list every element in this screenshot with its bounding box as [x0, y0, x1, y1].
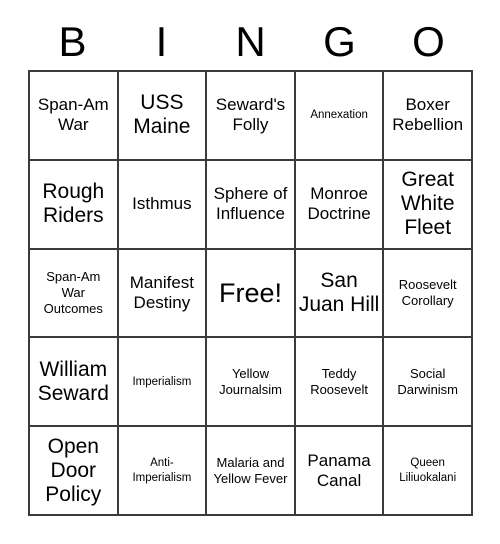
- bingo-cell-label: Imperialism: [132, 375, 192, 388]
- bingo-cell-label: Span-Am War: [37, 95, 109, 135]
- bingo-cell-r4c5[interactable]: Social Darwinism: [384, 338, 473, 428]
- bingo-header-letter-n: N: [235, 18, 266, 65]
- bingo-cell-r3c1[interactable]: Span-Am War Outcomes: [30, 249, 119, 339]
- bingo-cell-r2c5[interactable]: Great White Fleet: [384, 160, 473, 250]
- bingo-cell-label: Isthmus: [132, 194, 192, 214]
- bingo-header-letter-i: I: [155, 18, 168, 65]
- bingo-cell-label: Yellow Journalsim: [219, 365, 282, 397]
- bingo-cell-r4c3[interactable]: Yellow Journalsim: [207, 338, 296, 428]
- bingo-cell-r4c4[interactable]: Teddy Roosevelt: [295, 338, 385, 428]
- bingo-cell-label: William Seward: [37, 357, 109, 405]
- bingo-cell-r1c5[interactable]: Boxer Rebellion: [384, 72, 473, 161]
- bingo-cell-r1c3[interactable]: Seward's Folly: [207, 72, 296, 161]
- bingo-cell-r3c4[interactable]: San Juan Hill: [295, 249, 385, 339]
- bingo-cell-label: Malaria and Yellow Fever: [213, 454, 288, 486]
- bingo-cell-label: Panama Canal: [307, 450, 371, 490]
- bingo-cell-r5c1[interactable]: Open Door Policy: [30, 427, 119, 516]
- bingo-cell-r1c2[interactable]: USS Maine: [118, 72, 208, 161]
- bingo-cell-label: Teddy Roosevelt: [310, 365, 368, 397]
- bingo-cell-label: USS Maine: [133, 91, 191, 139]
- bingo-cell-label: Span-Am War Outcomes: [43, 269, 103, 316]
- bingo-cell-free-space[interactable]: Free!: [207, 249, 296, 339]
- bingo-header-letter-o: O: [412, 18, 445, 65]
- bingo-cell-label: Queen Liliuokalani: [399, 457, 457, 484]
- bingo-free-space-label: Free!: [218, 277, 282, 308]
- bingo-cell-label: Boxer Rebellion: [392, 95, 464, 135]
- bingo-cell-r1c4[interactable]: Annexation: [295, 72, 385, 161]
- bingo-cell-label: Roosevelt Corollary: [398, 277, 457, 308]
- bingo-cell-r2c2[interactable]: Isthmus: [118, 160, 208, 250]
- bingo-cell-label: Open Door Policy: [45, 434, 102, 506]
- bingo-card: B I N G O Span-Am War USS Maine Seward's…: [0, 0, 500, 544]
- bingo-cell-r4c1[interactable]: William Seward: [30, 338, 119, 428]
- bingo-cell-r3c2[interactable]: Manifest Destiny: [118, 249, 208, 339]
- bingo-cell-r5c4[interactable]: Panama Canal: [295, 427, 385, 516]
- bingo-header-row: B I N G O: [28, 14, 473, 70]
- bingo-cell-label: San Juan Hill: [298, 269, 380, 316]
- bingo-cell-label: Social Darwinism: [397, 365, 459, 397]
- bingo-cell-label: Annexation: [310, 109, 368, 122]
- bingo-cell-r2c4[interactable]: Monroe Doctrine: [295, 160, 385, 250]
- bingo-cell-r2c3[interactable]: Sphere of Influence: [207, 160, 296, 250]
- bingo-cell-label: Rough Riders: [42, 180, 105, 228]
- bingo-cell-r5c2[interactable]: Anti-Imperialism: [118, 427, 208, 516]
- bingo-cell-r1c1[interactable]: Span-Am War: [30, 72, 119, 161]
- bingo-header-letter-g: G: [323, 18, 356, 65]
- bingo-cell-r3c5[interactable]: Roosevelt Corollary: [384, 249, 473, 339]
- bingo-cell-label: Anti-Imperialism: [132, 457, 192, 484]
- bingo-cell-r4c2[interactable]: Imperialism: [118, 338, 208, 428]
- bingo-cell-r2c1[interactable]: Rough Riders: [30, 160, 119, 250]
- bingo-header-letter-b: B: [58, 18, 87, 65]
- bingo-grid: Span-Am War USS Maine Seward's Folly Ann…: [28, 70, 473, 516]
- bingo-cell-label: Manifest Destiny: [129, 272, 195, 312]
- bingo-cell-label: Monroe Doctrine: [307, 184, 371, 224]
- bingo-cell-r5c3[interactable]: Malaria and Yellow Fever: [207, 427, 296, 516]
- bingo-cell-r5c5[interactable]: Queen Liliuokalani: [384, 427, 473, 516]
- bingo-cell-label: Sphere of Influence: [213, 184, 288, 224]
- bingo-cell-label: Seward's Folly: [215, 95, 286, 135]
- bingo-cell-label: Great White Fleet: [400, 168, 455, 240]
